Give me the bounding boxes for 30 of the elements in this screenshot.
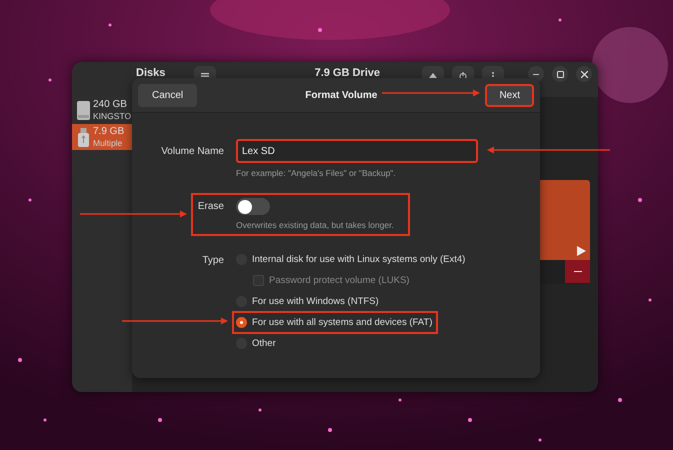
play-icon <box>577 246 586 256</box>
maximize-icon <box>556 70 564 78</box>
field-hint: For example: "Angela's Files" or "Backup". <box>236 168 396 178</box>
volume-name-field[interactable]: Lex SD <box>236 139 478 163</box>
drive-name: Multiple <box>93 138 124 148</box>
drive-item[interactable]: 240 GB KINGSTO <box>72 97 132 123</box>
drive-icon <box>77 100 90 120</box>
erase-switch[interactable] <box>236 198 270 215</box>
radio-option[interactable]: Other <box>236 336 278 351</box>
window-title: Disks <box>136 66 166 80</box>
drive-size: 7.9 GB <box>93 126 124 138</box>
close-icon <box>580 70 588 78</box>
drive-size: 240 GB <box>93 99 128 111</box>
radio-option[interactable]: For use with Windows (NTFS) <box>236 294 381 309</box>
usb-drive-icon <box>77 128 90 146</box>
close-button[interactable] <box>576 66 592 82</box>
power-icon <box>459 72 467 80</box>
field-label: Type <box>202 254 224 266</box>
field-label: Erase <box>198 201 224 212</box>
dialog-title: Format Volume <box>305 90 378 100</box>
cancel-button[interactable]: Cancel <box>138 84 198 106</box>
maximize-button[interactable] <box>552 66 568 82</box>
drive-name: KINGSTO <box>93 111 132 121</box>
drive-title: 7.9 GB Drive <box>314 66 380 80</box>
minus-icon <box>574 270 582 272</box>
field-label: Volume Name <box>161 146 224 156</box>
field-hint: Overwrites existing data, but takes longer. <box>236 220 394 230</box>
radio-option[interactable]: Internal disk for use with Linux systems only (Ext4) <box>236 252 468 267</box>
next-button[interactable]: Next <box>485 84 534 106</box>
checkbox-option: Password protect volume (LUKS) <box>253 273 412 288</box>
